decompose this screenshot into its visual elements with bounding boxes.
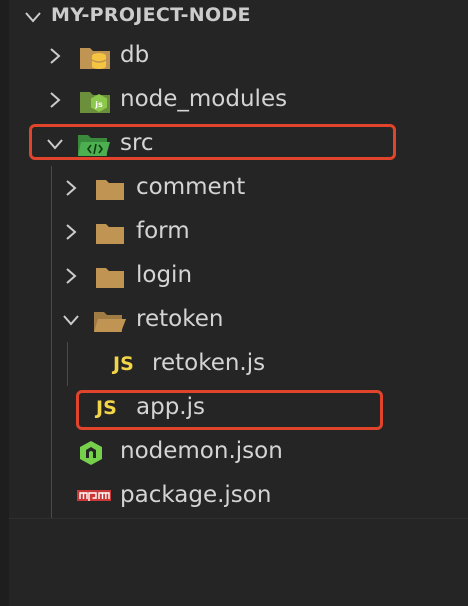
- chevron-down-icon[interactable]: [61, 310, 81, 330]
- node-modules-folder-icon: js: [80, 92, 110, 113]
- panel-divider: [9, 518, 468, 519]
- folder-icon: [96, 224, 124, 244]
- tree-item-comment[interactable]: comment: [9, 166, 468, 210]
- explorer-section-header[interactable]: MY-PROJECT-NODE: [9, 0, 468, 34]
- tree-item-label: node_modules: [120, 86, 288, 112]
- tree-item-package-json[interactable]: package.json: [9, 474, 468, 518]
- folder-open-icon: [94, 312, 126, 332]
- tree-item-node-modules[interactable]: js node_modules: [9, 78, 468, 122]
- chevron-down-icon[interactable]: [23, 7, 43, 27]
- tree-item-retoken[interactable]: retoken: [9, 298, 468, 342]
- npm-icon: [77, 490, 111, 501]
- javascript-file-icon: JS: [113, 353, 134, 375]
- database-folder-icon: [80, 48, 110, 69]
- tree-item-label: comment: [136, 174, 246, 200]
- svg-text:js: js: [94, 100, 103, 109]
- tree-item-label: package.json: [120, 482, 272, 508]
- chevron-right-icon[interactable]: [61, 178, 81, 198]
- tree-item-retoken-js[interactable]: JS retoken.js: [9, 342, 468, 386]
- activity-bar-edge: [0, 0, 9, 606]
- tree-item-label: nodemon.json: [120, 438, 283, 464]
- folder-icon: [96, 180, 124, 200]
- nodemon-icon: [80, 441, 102, 465]
- tree-item-db[interactable]: db: [9, 34, 468, 78]
- chevron-right-icon[interactable]: [45, 90, 65, 110]
- tree-item-nodemon-json[interactable]: nodemon.json: [9, 430, 468, 474]
- chevron-right-icon[interactable]: [61, 222, 81, 242]
- chevron-right-icon[interactable]: [61, 266, 81, 286]
- folder-icon: [96, 268, 124, 288]
- tree-item-form[interactable]: form: [9, 210, 468, 254]
- tree-item-label: form: [136, 218, 190, 244]
- tree-item-label: retoken: [136, 306, 224, 332]
- chevron-right-icon[interactable]: [45, 46, 65, 66]
- project-title: MY-PROJECT-NODE: [51, 4, 251, 26]
- tree-item-label: login: [136, 262, 193, 288]
- src-highlight-box: [29, 124, 396, 160]
- tree-item-label: db: [120, 42, 150, 68]
- tree-item-label: retoken.js: [152, 350, 266, 376]
- tree-item-login[interactable]: login: [9, 254, 468, 298]
- app-js-highlight-box: [76, 390, 383, 430]
